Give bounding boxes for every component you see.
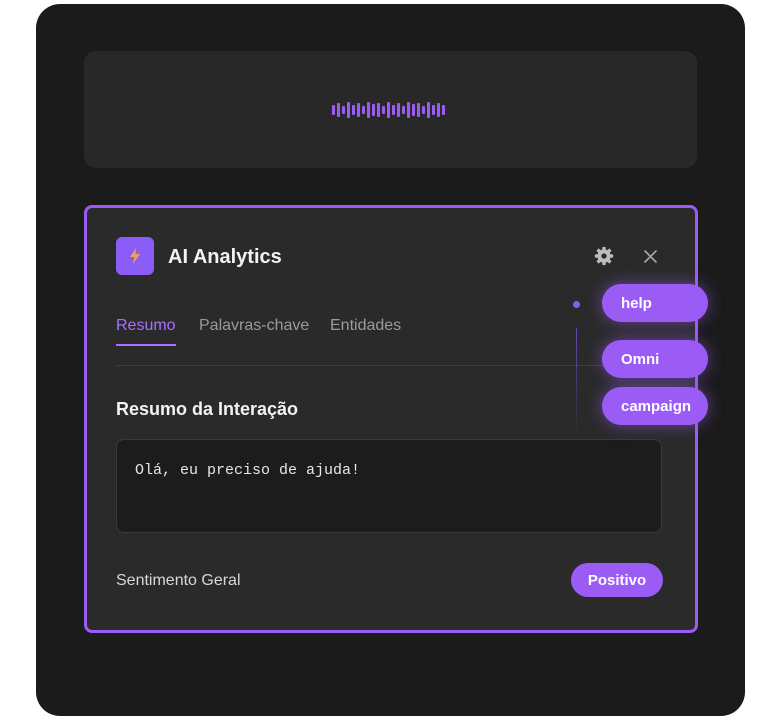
keyword-pill-campaign[interactable]: campaign — [602, 387, 708, 425]
tab-entidades[interactable]: Entidades — [330, 317, 401, 335]
keyword-rail — [576, 328, 577, 436]
sentiment-label: Sentimento Geral — [116, 572, 241, 589]
tab-resumo[interactable]: Resumo — [116, 317, 176, 335]
lightning-bolt-icon — [130, 248, 140, 264]
close-icon[interactable] — [642, 248, 659, 265]
summary-heading: Resumo da Interação — [116, 399, 299, 419]
keyword-pill-omni[interactable]: Omni — [602, 340, 708, 378]
summary-text: Olá, eu preciso de ajuda! — [135, 462, 361, 479]
gear-icon[interactable] — [594, 246, 614, 266]
tab-palavras-chave[interactable]: Palavras-chave — [199, 317, 309, 335]
widget-title: AI Analytics — [168, 246, 282, 268]
active-tab-indicator — [116, 344, 176, 346]
keyword-rail-dot — [573, 301, 580, 308]
sentiment-badge: Positivo — [571, 563, 663, 597]
summary-box: Olá, eu preciso de ajuda! — [116, 439, 662, 533]
audio-waveform-icon — [332, 102, 445, 118]
app-logo — [116, 237, 154, 275]
tab-divider — [116, 365, 661, 366]
keyword-pill-help[interactable]: help — [602, 284, 708, 322]
